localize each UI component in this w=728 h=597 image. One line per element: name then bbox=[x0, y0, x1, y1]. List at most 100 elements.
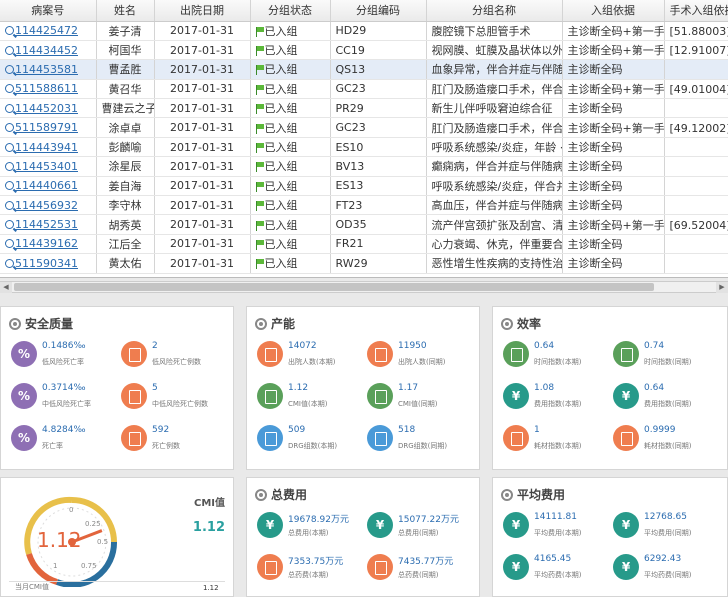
table-row[interactable]: 114434452 柯国华 2017-01-31 已入组 CC19 视网膜、虹膜及晶状体以… bbox=[0, 40, 728, 61]
panel-title: 效率 bbox=[517, 317, 542, 331]
cell-group-status: 已入组 bbox=[250, 176, 331, 197]
cell-case-no[interactable]: 114439162 bbox=[0, 234, 97, 255]
cell-case-no[interactable]: 114452531 bbox=[0, 214, 97, 235]
table-row[interactable]: 114456932 李守林 2017-01-31 已入组 FT23 高血压，伴合并症与伴随… bbox=[0, 195, 728, 216]
cell-name: 姜自海 bbox=[96, 176, 155, 197]
panel-efficiency: 效率 0.64 时间指数(本期) 0.74 时间指数(同期) ¥1.08 费用指数(本期)… bbox=[492, 306, 728, 470]
cell-name: 柯国华 bbox=[96, 40, 155, 61]
status-text: 已入组 bbox=[264, 102, 298, 116]
table-row[interactable]: 114453581 曹孟胜 2017-01-31 已入组 QS13 血象异常，伴合并症与伴… bbox=[0, 59, 728, 80]
cell-discharge-date: 2017-01-31 bbox=[154, 156, 251, 177]
metric-label: 耗材指数(同期) bbox=[644, 442, 692, 450]
cell-case-no[interactable]: 114434452 bbox=[0, 40, 97, 61]
cmi-label: CMI值 bbox=[193, 498, 225, 509]
cmi-footer-label: 当月CMI值 bbox=[15, 583, 49, 591]
col-header-group-status[interactable]: 分组状态 bbox=[250, 0, 331, 22]
cell-case-no[interactable]: 114456932 bbox=[0, 195, 97, 216]
panel-title-icon bbox=[255, 489, 267, 501]
search-icon bbox=[5, 103, 14, 113]
metric-value: 4165.45 bbox=[534, 554, 572, 564]
cell-case-no[interactable]: 511590341 bbox=[0, 253, 97, 274]
status-text: 已入组 bbox=[264, 179, 298, 193]
table-row[interactable]: 114453401 涂星辰 2017-01-31 已入组 BV13 癫痫病，伴合并症与伴随… bbox=[0, 156, 728, 177]
table-row[interactable]: 114452531 胡秀英 2017-01-31 已入组 OD35 流产伴宫颈扩张及刮宫、… bbox=[0, 214, 728, 235]
table-row[interactable]: 114440661 姜自海 2017-01-31 已入组 ES13 呼吸系统感染/炎症，伴… bbox=[0, 176, 728, 197]
col-header-name[interactable]: 姓名 bbox=[96, 0, 155, 22]
cell-discharge-date: 2017-01-31 bbox=[154, 253, 251, 274]
gauge-tick-label: 0 bbox=[69, 506, 73, 514]
col-header-group-name[interactable]: 分组名称 bbox=[426, 0, 563, 22]
panel-output: 产能 14072 出院人数(本期) 11950 出院人数(同期) 1.12 CMI值(本期… bbox=[246, 306, 480, 470]
col-header-discharge-date[interactable]: 出院日期 bbox=[154, 0, 251, 22]
case-no-link[interactable]: 114434452 bbox=[15, 44, 78, 57]
case-no-link[interactable]: 114456932 bbox=[15, 199, 78, 212]
cell-case-no[interactable]: 114443941 bbox=[0, 137, 97, 158]
case-no-link[interactable]: 114452031 bbox=[15, 102, 78, 115]
person-record-icon bbox=[121, 341, 147, 367]
cell-group-status: 已入组 bbox=[250, 40, 331, 61]
case-no-link[interactable]: 114453581 bbox=[15, 63, 78, 76]
case-no-link[interactable]: 511589791 bbox=[15, 121, 78, 134]
status-text: 已入组 bbox=[264, 24, 298, 38]
panel-total-cost: 总费用 ¥19678.92万元 总费用(本期) ¥15077.22万元 总费用(同期)… bbox=[246, 477, 480, 597]
table-row[interactable]: 114452031 曹建云之子 2017-01-31 已入组 PR29 新生儿伴呼吸窘迫综… bbox=[0, 98, 728, 119]
cell-name: 黄召华 bbox=[96, 79, 155, 100]
metric-label: 平均费用(本期) bbox=[534, 529, 582, 537]
col-header-case-no[interactable]: 病案号 bbox=[0, 0, 97, 22]
metric-value: 1.12 bbox=[288, 383, 309, 393]
table-row[interactable]: 114443941 彭麟喻 2017-01-31 已入组 ES10 呼吸系统感染/炎症，年… bbox=[0, 137, 728, 158]
cell-case-no[interactable]: 114440661 bbox=[0, 176, 97, 197]
col-header-group-basis[interactable]: 入组依据 bbox=[562, 0, 665, 22]
case-no-link[interactable]: 114440661 bbox=[15, 179, 78, 192]
yen-icon: ¥ bbox=[257, 512, 283, 538]
scroll-left-icon[interactable]: ◀ bbox=[0, 282, 12, 293]
metric-label: 出院人数(本期) bbox=[288, 358, 336, 366]
cell-case-no[interactable]: 511588611 bbox=[0, 79, 97, 100]
table-row[interactable]: 114439162 江后全 2017-01-31 已入组 FR21 心力衰竭、休克，伴重要… bbox=[0, 234, 728, 255]
gauge-tick-label: 0.75 bbox=[81, 562, 97, 570]
status-text: 已入组 bbox=[264, 63, 298, 77]
metric-item: 518 DRG组数(同期) bbox=[367, 423, 485, 457]
col-header-group-code[interactable]: 分组编码 bbox=[330, 0, 427, 22]
case-no-link[interactable]: 114439162 bbox=[15, 237, 78, 250]
col-header-surgery-basis[interactable]: 手术入组依据 bbox=[664, 0, 728, 22]
case-no-link[interactable]: 114425472 bbox=[15, 24, 78, 37]
metric-item: 2 低风险死亡例数 bbox=[121, 339, 239, 373]
status-text: 已入组 bbox=[264, 44, 298, 58]
metric-label: 平均费用(同期) bbox=[644, 529, 692, 537]
table-row[interactable]: 511588611 黄召华 2017-01-31 已入组 GC23 肛门及肠造瘘口手术，伴… bbox=[0, 79, 728, 100]
table-row[interactable]: 511589791 涂卓卓 2017-01-31 已入组 GC23 肛门及肠造瘘口手术，伴… bbox=[0, 117, 728, 138]
case-no-link[interactable]: 511588611 bbox=[15, 82, 78, 95]
scrollbar-thumb[interactable] bbox=[14, 283, 654, 291]
cell-group-name: 恶性增生性疾病的支持性治疗 bbox=[426, 253, 563, 274]
cell-case-no[interactable]: 511589791 bbox=[0, 117, 97, 138]
panel-average-cost: 平均费用 ¥14111.81 平均费用(本期) ¥12768.65 平均费用(同期) ¥… bbox=[492, 477, 728, 597]
cell-case-no[interactable]: 114425472 bbox=[0, 21, 97, 41]
metric-label: 低风险死亡例数 bbox=[152, 358, 201, 366]
cell-case-no[interactable]: 114453401 bbox=[0, 156, 97, 177]
case-no-link[interactable]: 114452531 bbox=[15, 218, 78, 231]
cell-group-basis: 主诊断全码+第一手术 bbox=[562, 79, 665, 100]
flag-icon bbox=[255, 104, 264, 115]
metric-value: 518 bbox=[398, 425, 416, 435]
metric-label: DRG组数(同期) bbox=[398, 442, 448, 450]
cell-group-status: 已入组 bbox=[250, 21, 331, 41]
status-text: 已入组 bbox=[264, 121, 298, 135]
flag-icon bbox=[255, 46, 264, 57]
cell-group-name: 高血压，伴合并症与伴随病 bbox=[426, 195, 563, 216]
case-no-link[interactable]: 114443941 bbox=[15, 141, 78, 154]
horizontal-scrollbar[interactable]: ◀ ▶ bbox=[0, 281, 728, 293]
cell-group-name: 新生儿伴呼吸窘迫综合征 bbox=[426, 98, 563, 119]
table-row[interactable]: 511590341 黄太佑 2017-01-31 已入组 RW29 恶性增生性疾病的支持性… bbox=[0, 253, 728, 274]
status-text: 已入组 bbox=[264, 141, 298, 155]
metric-item: 1.17 CMI值(同期) bbox=[367, 381, 485, 415]
cell-discharge-date: 2017-01-31 bbox=[154, 98, 251, 119]
cmi-footer-value: 1.12 bbox=[203, 584, 219, 592]
cell-case-no[interactable]: 114453581 bbox=[0, 59, 97, 80]
cell-name: 李守林 bbox=[96, 195, 155, 216]
cell-case-no[interactable]: 114452031 bbox=[0, 98, 97, 119]
table-row[interactable]: 114425472 姜子清 2017-01-31 已入组 HD29 腹腔镜下总胆管手术 主诊… bbox=[0, 21, 728, 41]
scroll-right-icon[interactable]: ▶ bbox=[716, 282, 728, 293]
case-no-link[interactable]: 511590341 bbox=[15, 257, 78, 270]
case-no-link[interactable]: 114453401 bbox=[15, 160, 78, 173]
